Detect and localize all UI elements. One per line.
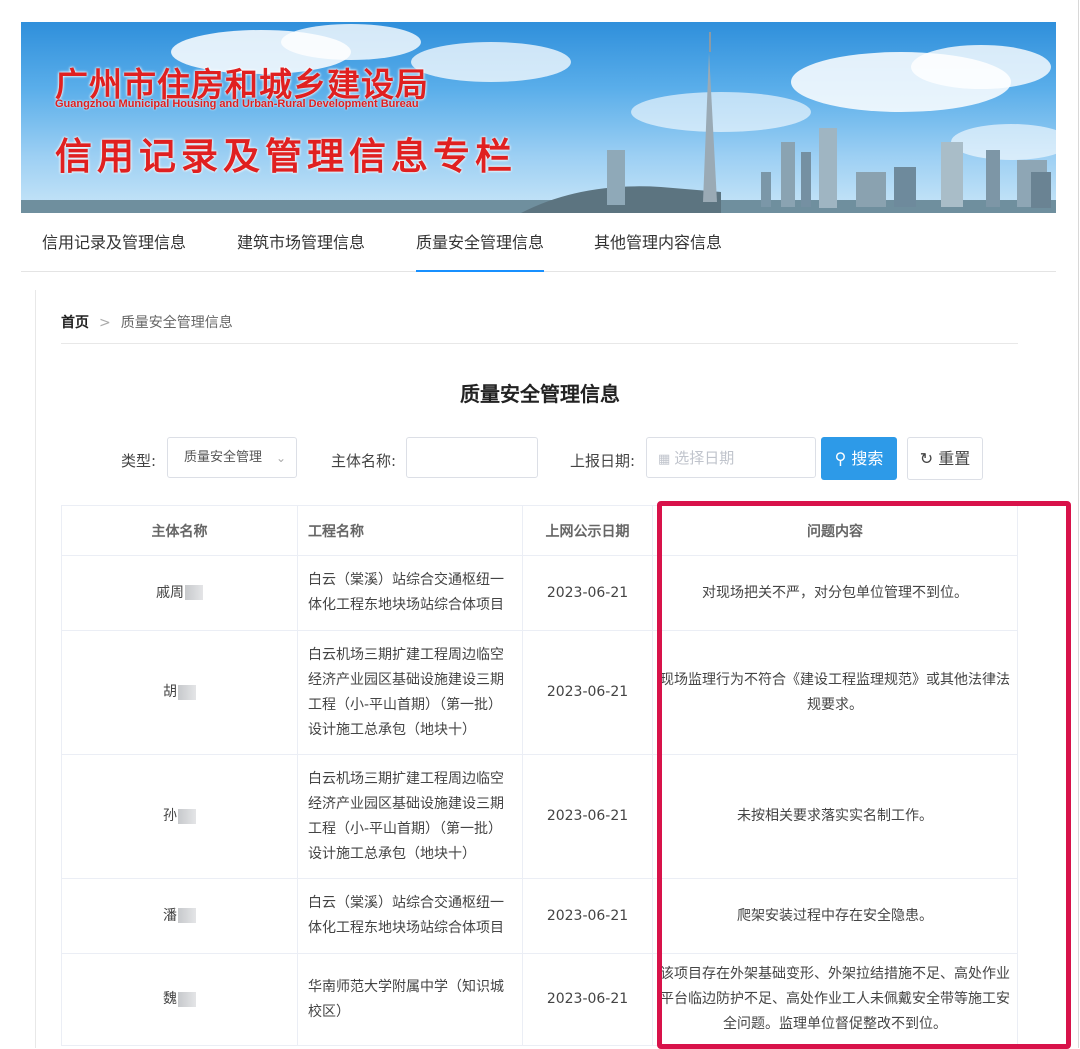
nav-tab-other-info[interactable]: 其他管理内容信息 bbox=[594, 213, 722, 271]
redaction-blur bbox=[185, 585, 203, 600]
refresh-icon: ↻ bbox=[919, 449, 934, 468]
results-table: 主体名称 工程名称 上网公示日期 问题内容 戚周 白云（棠溪）站综合交通枢纽一体… bbox=[61, 505, 1018, 1046]
row-publish-date: 2023-06-21 bbox=[522, 754, 653, 879]
row-issue-content: 该项目存在外架基础变形、外架拉结措施不足、高处作业平台临边防护不足、高处作业工人… bbox=[652, 953, 1018, 1046]
row-subject-name: 戚周 bbox=[61, 555, 298, 631]
row-project-name: 华南师范大学附属中学（知识城校区） bbox=[297, 953, 523, 1046]
date-picker[interactable]: ▦ 选择日期 bbox=[646, 437, 816, 478]
row-subject-name: 魏 bbox=[61, 953, 298, 1046]
breadcrumb-separator-icon: > bbox=[99, 315, 111, 331]
redaction-blur bbox=[178, 991, 196, 1007]
breadcrumb-divider bbox=[61, 343, 1018, 344]
search-button[interactable]: ⚲ 搜索 bbox=[821, 437, 897, 480]
header-publish-date: 上网公示日期 bbox=[522, 505, 653, 556]
reset-button[interactable]: ↻ 重置 bbox=[907, 437, 983, 480]
row-project-name: 白云机场三期扩建工程周边临空经济产业园区基础设施建设三期工程（小-平山首期）（第… bbox=[297, 754, 523, 879]
row-subject-name: 孙 bbox=[61, 754, 298, 879]
type-select[interactable]: 质量安全管理 ⌄ bbox=[167, 437, 297, 478]
name-input[interactable] bbox=[406, 437, 538, 478]
banner-title-english: Guangzhou Municipal Housing and Urban-Ru… bbox=[55, 98, 419, 110]
table-row[interactable]: 戚周 白云（棠溪）站综合交通枢纽一体化工程东地块场站综合体项目 2023-06-… bbox=[61, 555, 1018, 631]
row-issue-content: 爬架安装过程中存在安全隐患。 bbox=[652, 878, 1018, 954]
table-row[interactable]: 潘 白云（棠溪）站综合交通枢纽一体化工程东地块场站综合体项目 2023-06-2… bbox=[61, 878, 1018, 954]
row-issue-content: 现场监理行为不符合《建设工程监理规范》或其他法律法规要求。 bbox=[652, 630, 1018, 755]
top-nav: 信用记录及管理信息 建筑市场管理信息 质量安全管理信息 其他管理内容信息 bbox=[21, 213, 1056, 272]
date-label: 上报日期: bbox=[570, 452, 636, 470]
date-placeholder: 选择日期 bbox=[674, 449, 735, 467]
breadcrumb: 首页 > 质量安全管理信息 bbox=[61, 312, 233, 332]
banner-subtitle: 信用记录及管理信息专栏 bbox=[55, 135, 517, 178]
table-row[interactable]: 胡 白云机场三期扩建工程周边临空经济产业园区基础设施建设三期工程（小-平山首期）… bbox=[61, 630, 1018, 755]
row-publish-date: 2023-06-21 bbox=[522, 953, 653, 1046]
row-issue-content: 未按相关要求落实实名制工作。 bbox=[652, 754, 1018, 879]
nav-tab-quality-safety[interactable]: 质量安全管理信息 bbox=[416, 213, 545, 272]
header-project-name: 工程名称 bbox=[297, 505, 523, 556]
search-button-label: 搜索 bbox=[851, 449, 884, 468]
header-subject-name: 主体名称 bbox=[61, 505, 298, 556]
search-icon: ⚲ bbox=[834, 449, 847, 468]
row-publish-date: 2023-06-21 bbox=[522, 878, 653, 954]
chevron-down-icon: ⌄ bbox=[275, 451, 286, 465]
row-project-name: 白云（棠溪）站综合交通枢纽一体化工程东地块场站综合体项目 bbox=[297, 555, 523, 631]
name-label: 主体名称: bbox=[331, 452, 397, 470]
redaction-blur bbox=[178, 908, 196, 923]
row-subject-name: 潘 bbox=[61, 878, 298, 954]
redaction-blur bbox=[178, 808, 196, 824]
nav-tab-credit-records[interactable]: 信用记录及管理信息 bbox=[42, 213, 186, 271]
skyline-illustration bbox=[21, 24, 1056, 213]
row-project-name: 白云机场三期扩建工程周边临空经济产业园区基础设施建设三期工程（小-平山首期）（第… bbox=[297, 630, 523, 755]
breadcrumb-home[interactable]: 首页 bbox=[61, 315, 89, 331]
type-select-value: 质量安全管理 bbox=[184, 450, 263, 465]
calendar-icon: ▦ bbox=[658, 452, 671, 467]
type-label: 类型: bbox=[121, 452, 157, 470]
reset-button-label: 重置 bbox=[938, 449, 971, 468]
nav-tab-construction-market[interactable]: 建筑市场管理信息 bbox=[237, 213, 365, 271]
row-project-name: 白云（棠溪）站综合交通枢纽一体化工程东地块场站综合体项目 bbox=[297, 878, 523, 954]
row-publish-date: 2023-06-21 bbox=[522, 555, 653, 631]
row-publish-date: 2023-06-21 bbox=[522, 630, 653, 755]
table-header-row: 主体名称 工程名称 上网公示日期 问题内容 bbox=[61, 505, 1018, 556]
table-row[interactable]: 孙 白云机场三期扩建工程周边临空经济产业园区基础设施建设三期工程（小-平山首期）… bbox=[61, 754, 1018, 879]
redaction-blur bbox=[178, 684, 196, 700]
row-subject-name: 胡 bbox=[61, 630, 298, 755]
breadcrumb-current: 质量安全管理信息 bbox=[120, 315, 233, 331]
row-issue-content: 对现场把关不严，对分包单位管理不到位。 bbox=[652, 555, 1018, 631]
table-row[interactable]: 魏 华南师范大学附属中学（知识城校区） 2023-06-21 该项目存在外架基础… bbox=[61, 953, 1018, 1046]
header-issue-content: 问题内容 bbox=[652, 505, 1018, 556]
page-title: 质量安全管理信息 bbox=[460, 382, 620, 406]
banner: 广州市住房和城乡建设局 Guangzhou Municipal Housing … bbox=[21, 22, 1056, 213]
